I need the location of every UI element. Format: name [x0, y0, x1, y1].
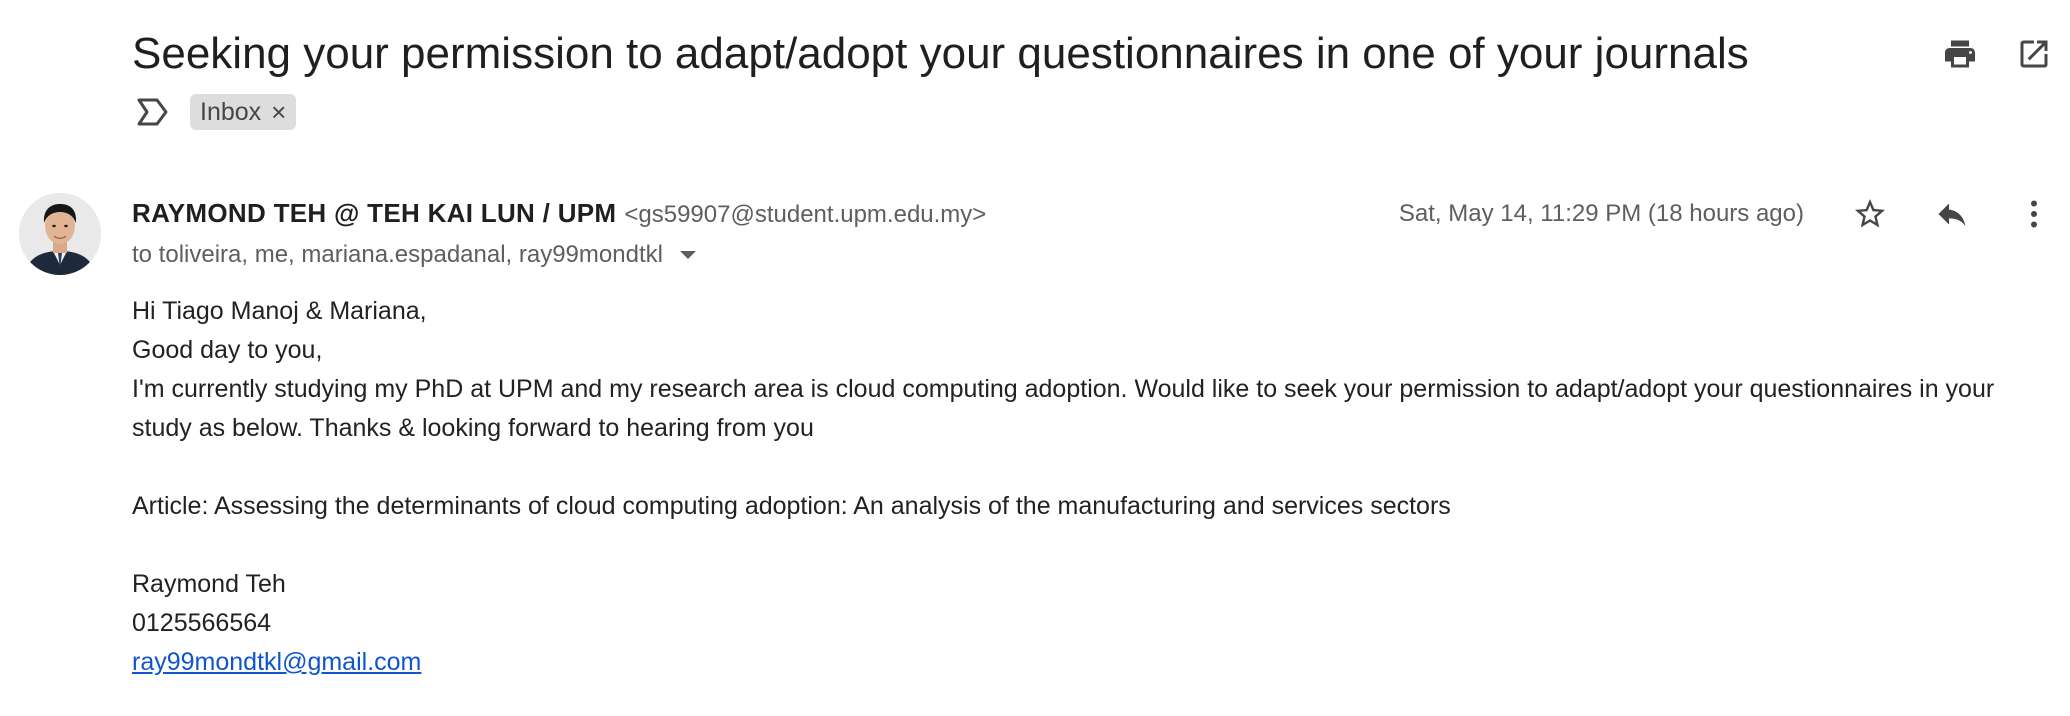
message-actions	[1848, 192, 2056, 236]
signature-phone: 0125566564	[132, 609, 272, 637]
email-body: Hi Tiago Manoj & Mariana, Good day to yo…	[132, 292, 2032, 682]
sender-photo	[19, 193, 101, 275]
recipients-line: to toliveira, me, mariana.espadanal, ray…	[132, 240, 703, 270]
remove-label-icon[interactable]: ×	[271, 99, 286, 125]
more-options-button[interactable]	[2012, 192, 2056, 236]
article-line: Article: Assessing the determinants of c…	[132, 492, 1451, 520]
signature-email-link[interactable]: ray99mondtkl@gmail.com	[132, 648, 421, 676]
inbox-label-chip: Inbox ×	[190, 94, 297, 130]
star-icon	[1855, 199, 1885, 228]
label-row: Inbox ×	[132, 92, 297, 132]
more-vertical-icon	[2031, 200, 2037, 228]
body-line: Good day to you,	[132, 336, 323, 364]
email-subject: Seeking your permission to adapt/adopt y…	[132, 29, 1749, 78]
star-button[interactable]	[1848, 192, 1892, 236]
signature-name: Raymond Teh	[132, 570, 286, 598]
email-view: Seeking your permission to adapt/adopt y…	[0, 0, 2070, 716]
open-in-new-window-icon	[2020, 40, 2048, 68]
label-text: Inbox	[200, 97, 262, 126]
importance-marker-icon	[137, 98, 168, 126]
thread-actions	[1938, 32, 2056, 76]
sender-name[interactable]: RAYMOND TEH @ TEH KAI LUN / UPM	[132, 198, 616, 229]
reply-icon	[1938, 203, 1966, 226]
body-paragraph: I'm currently studying my PhD at UPM and…	[132, 375, 1995, 442]
show-details-button[interactable]	[673, 240, 703, 270]
avatar[interactable]	[19, 193, 101, 275]
sender-line: RAYMOND TEH @ TEH KAI LUN / UPM <gs59907…	[132, 198, 986, 229]
sender-email: <gs59907@student.upm.edu.my>	[624, 201, 987, 228]
open-in-new-window-button[interactable]	[2012, 32, 2056, 76]
print-button[interactable]	[1938, 32, 1982, 76]
print-icon	[1945, 40, 1975, 68]
greeting-line: Hi Tiago Manoj & Mariana,	[132, 297, 427, 325]
reply-button[interactable]	[1930, 192, 1974, 236]
email-date: Sat, May 14, 11:29 PM (18 hours ago)	[1398, 200, 1804, 227]
recipients-text: to toliveira, me, mariana.espadanal, ray…	[132, 241, 663, 268]
importance-marker[interactable]	[132, 92, 172, 132]
dropdown-arrow-icon	[679, 251, 696, 259]
